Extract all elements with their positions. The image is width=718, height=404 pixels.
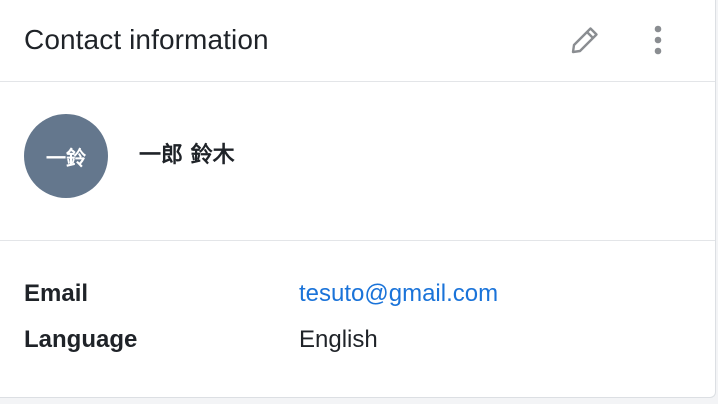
email-link[interactable]: tesuto@gmail.com [299, 277, 498, 311]
language-value: English [299, 326, 378, 353]
card-header: Contact information [0, 0, 715, 82]
vertical-ellipsis-icon [654, 25, 662, 55]
pencil-icon [571, 27, 598, 54]
language-label: Language [24, 326, 138, 353]
language-row: Language English [0, 323, 715, 357]
card-title: Contact information [24, 24, 269, 55]
avatar: 一鈴 [24, 114, 108, 198]
contact-information-card: Contact information 一鈴 一郎 鈴木 Email tesut… [0, 0, 716, 398]
email-row: Email tesuto@gmail.com [0, 277, 715, 311]
email-label: Email [24, 280, 89, 307]
contact-profile: 一鈴 一郎 鈴木 [0, 82, 715, 241]
more-options-button[interactable] [638, 20, 678, 60]
contact-name: 一郎 鈴木 [139, 143, 235, 168]
edit-button[interactable] [565, 20, 605, 60]
